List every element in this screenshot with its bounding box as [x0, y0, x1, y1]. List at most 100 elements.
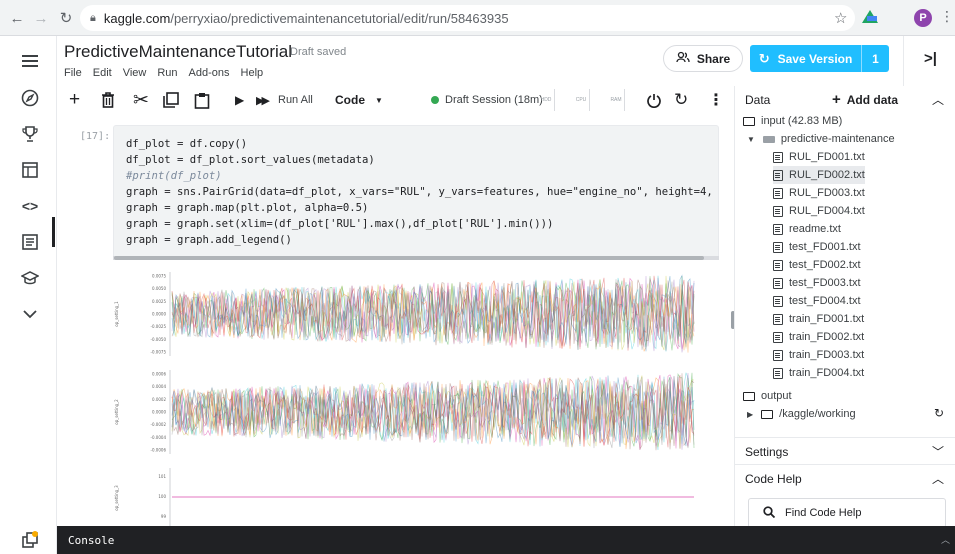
compass-icon[interactable]: [20, 88, 40, 108]
run-all-button[interactable]: Run All: [278, 86, 313, 114]
chevron-down-icon[interactable]: [20, 304, 40, 324]
file-name: RUL_FD003.txt: [789, 187, 865, 199]
folder-icon: [761, 409, 774, 419]
code-cell[interactable]: df_plot = df.copy() df_plot = df_plot.sor…: [113, 125, 719, 260]
caret-down-icon: ▼: [747, 134, 755, 144]
file-item[interactable]: readme.txt: [773, 220, 841, 238]
file-item[interactable]: RUL_FD002.txt: [773, 166, 865, 184]
search-icon: [763, 505, 776, 521]
restart-icon[interactable]: ↻: [674, 86, 688, 114]
add-cell-icon[interactable]: +: [69, 86, 80, 114]
menu-run[interactable]: Run: [157, 67, 177, 79]
menu-help[interactable]: Help: [241, 67, 264, 79]
input-folder[interactable]: input (42.83 MB): [743, 112, 842, 130]
google-drive-icon[interactable]: [862, 10, 878, 23]
address-bar[interactable]: 🔒︎ kaggle.com/perryxiao/predictivemainte…: [80, 5, 855, 31]
scrollbar-thumb[interactable]: [114, 256, 704, 260]
session-status[interactable]: Draft Session (18m): [431, 86, 543, 114]
bookmark-star-icon[interactable]: ☆: [834, 9, 847, 27]
run-cell-icon[interactable]: ▶: [235, 86, 244, 114]
hamburger-menu-icon[interactable]: [20, 51, 40, 71]
dataset-folder[interactable]: ▼ predictive-maintenance: [747, 130, 895, 148]
code-line: graph = graph.add_legend(): [126, 234, 292, 246]
more-options-icon[interactable]: ⋮: [708, 86, 724, 114]
file-item[interactable]: RUL_FD004.txt: [773, 202, 865, 220]
menu-file[interactable]: File: [64, 67, 82, 79]
file-name: readme.txt: [789, 223, 841, 235]
profile-avatar[interactable]: P: [914, 9, 932, 27]
header-divider: [903, 36, 904, 86]
output-folder[interactable]: output: [743, 387, 792, 405]
tick-label: -0.0050: [151, 337, 167, 342]
file-item[interactable]: RUL_FD003.txt: [773, 184, 865, 202]
table-icon[interactable]: [20, 160, 40, 180]
cell-output: 0.0075 0.0050 0.0025 0.0000 -0.0025 -0.0050 -0…: [106, 268, 706, 530]
save-version-button[interactable]: ↻ Save Version: [750, 45, 861, 72]
back-arrow-icon[interactable]: ←: [6, 7, 28, 29]
meter-divider: [554, 89, 555, 111]
file-item[interactable]: train_FD002.txt: [773, 328, 864, 346]
browser-toolbar: ← → ↻ 🔒︎ kaggle.com/perryxiao/predictive…: [0, 0, 955, 36]
console-label: Console: [68, 533, 115, 547]
settings-section[interactable]: Settings ﹀: [735, 437, 955, 464]
chevron-up-icon[interactable]: ︿: [941, 533, 950, 546]
cell-horizontal-scrollbar[interactable]: [113, 256, 719, 260]
menu-view[interactable]: View: [123, 67, 147, 79]
share-button[interactable]: Share: [663, 45, 743, 72]
code-icon[interactable]: <>: [20, 196, 40, 216]
cell-type-select[interactable]: Code ▼: [335, 86, 383, 114]
forward-arrow-icon[interactable]: →: [30, 7, 52, 29]
paste-icon[interactable]: [194, 86, 210, 114]
run-all-icon[interactable]: ▶▶: [256, 86, 270, 114]
url-path: /perryxiao/predictivemaintenancetutorial…: [170, 10, 509, 26]
file-icon: [773, 223, 783, 235]
notifications-icon[interactable]: [22, 531, 38, 548]
power-icon[interactable]: [647, 86, 661, 114]
tick-label: 99: [161, 514, 167, 519]
file-item[interactable]: train_FD004.txt: [773, 364, 864, 382]
version-count-button[interactable]: 1: [861, 45, 889, 72]
code-help-section[interactable]: Code Help ︿: [735, 464, 955, 491]
file-name: train_FD002.txt: [789, 331, 865, 343]
chevron-up-icon[interactable]: ︿: [932, 91, 944, 108]
find-code-help-button[interactable]: Find Code Help: [748, 498, 946, 528]
pairgrid-plot-2: 0.0006 0.0004 0.0002 0.0000 -0.0002 -0.0004 -0…: [106, 366, 706, 458]
file-icon: [773, 331, 783, 343]
code-help-label: Code Help: [745, 472, 802, 486]
collapse-panel-icon[interactable]: >|: [924, 50, 937, 67]
tick-label: 0.0006: [152, 372, 166, 377]
console-bar[interactable]: Console ︿: [57, 526, 955, 554]
trophy-icon[interactable]: [20, 124, 40, 144]
browser-menu-icon[interactable]: ⋮: [940, 8, 954, 25]
tick-label: 101: [158, 474, 166, 479]
file-item[interactable]: train_FD001.txt: [773, 310, 864, 328]
menu-add-ons[interactable]: Add-ons: [189, 67, 230, 79]
file-name: train_FD003.txt: [789, 349, 865, 361]
notebook-title[interactable]: PredictiveMaintenanceTutorial: [64, 42, 292, 62]
save-version-label: Save Version: [777, 51, 853, 66]
file-item[interactable]: test_FD003.txt: [773, 274, 861, 292]
add-data-button[interactable]: + Add data: [832, 91, 898, 108]
menu-edit[interactable]: Edit: [93, 67, 112, 79]
file-item[interactable]: train_FD003.txt: [773, 346, 864, 364]
cut-icon[interactable]: ✂︎: [133, 86, 149, 114]
file-item[interactable]: test_FD004.txt: [773, 292, 861, 310]
graduation-cap-icon[interactable]: [20, 268, 40, 288]
file-name: test_FD001.txt: [789, 241, 861, 253]
refresh-icon[interactable]: ↻: [934, 406, 944, 420]
copy-icon[interactable]: [163, 86, 179, 114]
working-folder[interactable]: ▶ /kaggle/working: [747, 405, 856, 423]
chevron-down-icon: ﹀: [932, 445, 945, 459]
file-icon: [773, 169, 783, 181]
meter-divider: [589, 89, 590, 111]
reload-icon[interactable]: ↻: [55, 7, 77, 29]
document-icon[interactable]: [20, 232, 40, 252]
dataset-icon: [762, 135, 775, 143]
file-item[interactable]: test_FD002.txt: [773, 256, 861, 274]
delete-icon[interactable]: [101, 86, 115, 114]
file-item[interactable]: test_FD001.txt: [773, 238, 861, 256]
file-item[interactable]: RUL_FD001.txt: [773, 148, 865, 166]
share-label: Share: [696, 51, 731, 66]
code-editor[interactable]: df_plot = df.copy() df_plot = df_plot.sor…: [126, 136, 718, 248]
notebook-header: PredictiveMaintenanceTutorial Draft save…: [57, 36, 955, 86]
